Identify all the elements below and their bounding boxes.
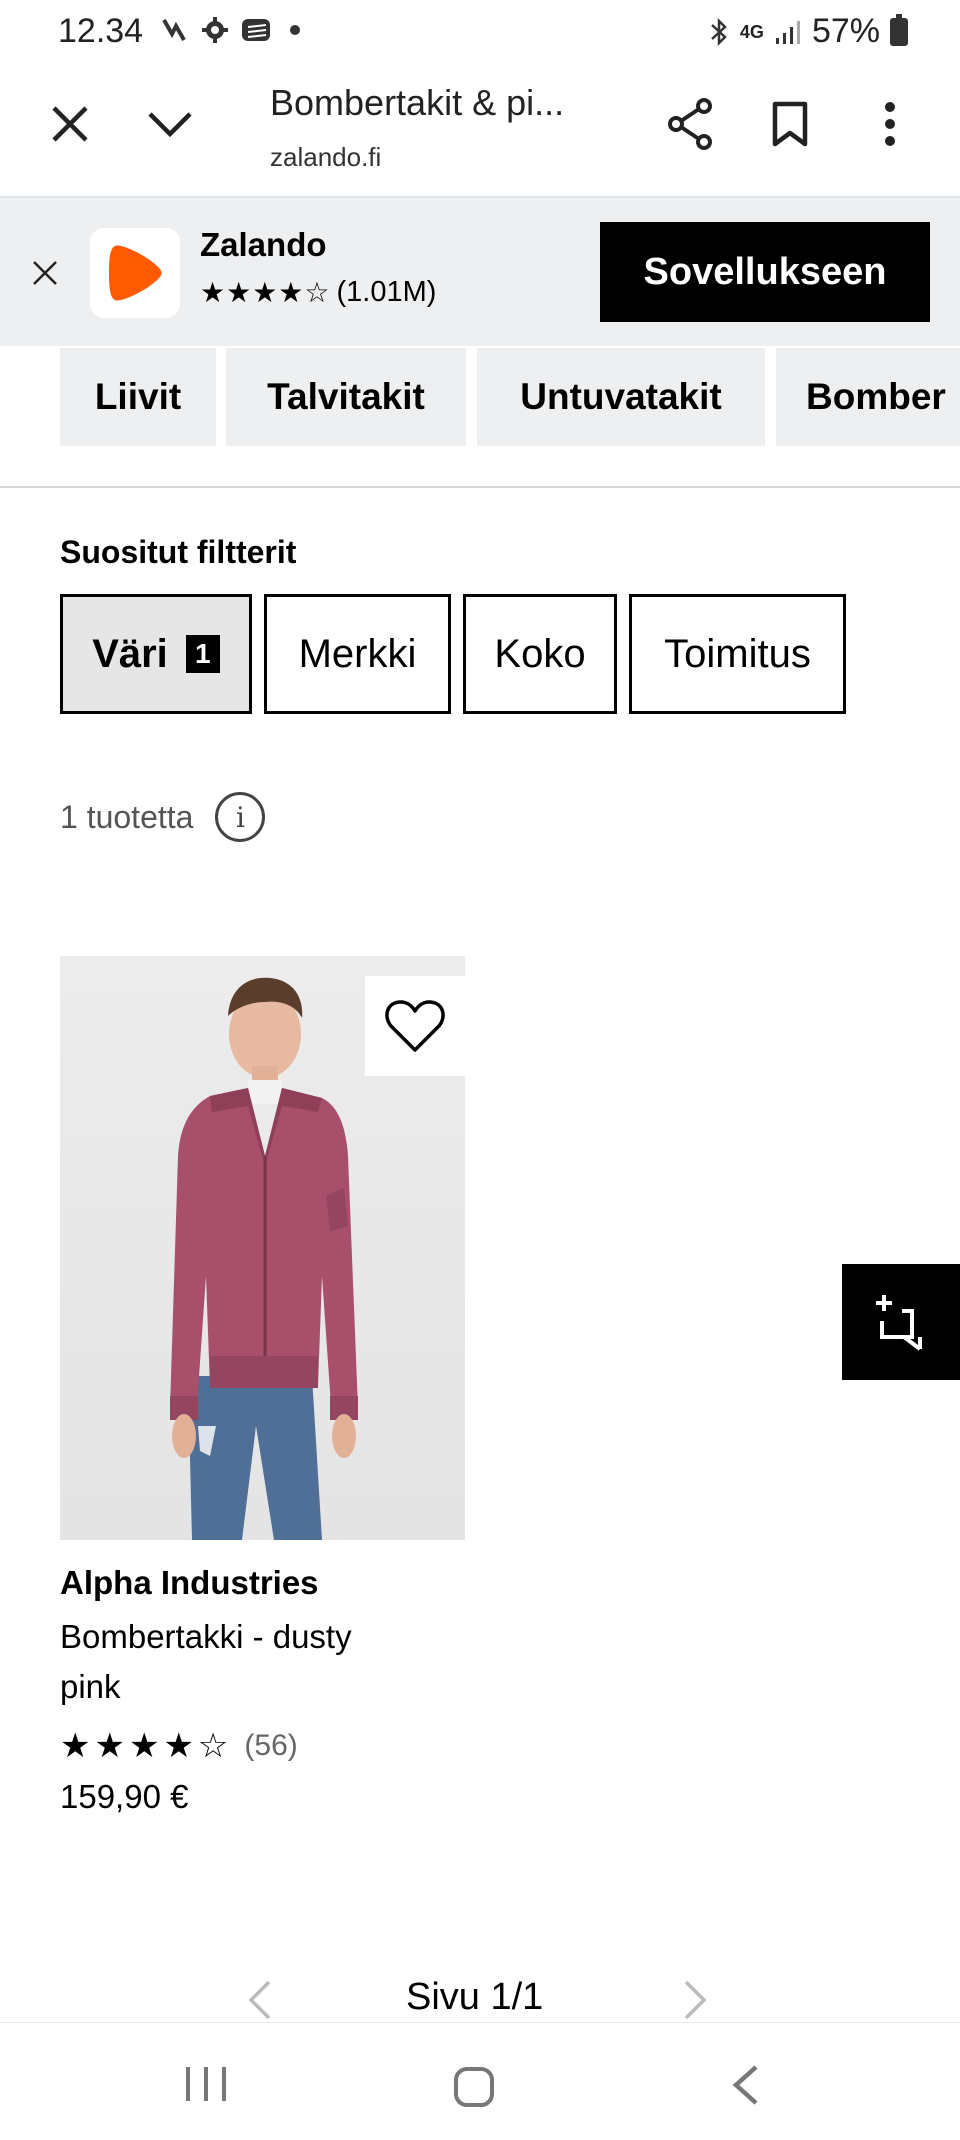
app-rating-count: (1.01M)	[336, 276, 437, 308]
image-search-icon	[876, 1295, 922, 1351]
product-card[interactable]: Alpha Industries Bombertakki - dusty pin…	[60, 956, 465, 1816]
product-rating: ★★★★☆ (56)	[60, 1726, 465, 1766]
pagination: Sivu 1/1	[0, 1974, 960, 2024]
browser-toolbar: Bombertakit & pi... zalando.fi	[0, 64, 960, 198]
filter-brand-button[interactable]: Merkki	[264, 594, 451, 714]
app-rating: ★★★★☆ (1.01M)	[200, 276, 436, 309]
back-icon	[732, 2065, 758, 2105]
filter-size-button[interactable]: Koko	[463, 594, 617, 714]
network-type: 4G	[739, 21, 764, 42]
category-chip-liivit[interactable]: Liivit	[60, 348, 216, 446]
page-url: zalando.fi	[270, 142, 382, 172]
status-right-group: 4G 57%	[708, 12, 908, 51]
category-chip-talvitakit[interactable]: Talvitakit	[226, 348, 466, 446]
filter-delivery-label: Toimitus	[664, 631, 811, 676]
info-icon[interactable]: i	[215, 792, 266, 842]
category-chip-bomber[interactable]: Bomber	[776, 348, 960, 446]
product-review-count: (56)	[244, 1729, 298, 1762]
home-icon	[454, 2067, 494, 2107]
previous-page-button[interactable]	[245, 1978, 275, 2027]
filter-color-button[interactable]: Väri 1	[60, 594, 252, 714]
page-indicator: Sivu 1/1	[406, 1976, 544, 2018]
zalando-logo-icon	[109, 245, 162, 301]
visual-search-button[interactable]	[842, 1264, 960, 1380]
filter-count-badge: 1	[185, 635, 220, 673]
product-name: Bombertakki - dusty pink	[60, 1618, 352, 1705]
recents-button[interactable]	[180, 2063, 232, 2110]
filter-size-label: Koko	[494, 631, 586, 676]
bookmark-icon	[772, 101, 808, 147]
share-icon	[668, 98, 712, 150]
filter-color-label: Väri	[92, 631, 168, 676]
more-options-button[interactable]	[854, 88, 926, 160]
battery-icon	[890, 13, 908, 46]
app-rating-stars: ★★★★☆	[200, 277, 331, 308]
app-name: Zalando	[200, 226, 327, 263]
page-title: Bombertakit & pi...	[270, 82, 565, 123]
more-notifications-dot-icon	[290, 25, 300, 35]
system-nav-bar	[0, 2022, 960, 2140]
chevron-down-icon	[148, 112, 192, 138]
status-notification-icons	[158, 14, 300, 46]
results-count: 1 tuotetta	[60, 798, 194, 835]
recents-icon	[186, 2067, 226, 2101]
chevron-left-icon	[248, 1980, 271, 2020]
section-divider	[0, 486, 960, 488]
heart-icon	[385, 1000, 445, 1052]
more-vert-icon	[885, 102, 895, 146]
filter-brand-label: Merkki	[298, 631, 417, 676]
banner-close-button[interactable]	[22, 250, 68, 296]
home-button[interactable]	[452, 2065, 496, 2114]
chevron-right-icon	[684, 1980, 707, 2020]
minimize-button[interactable]	[134, 88, 206, 160]
bookmark-button[interactable]	[754, 88, 826, 160]
zalando-app-icon	[90, 228, 180, 318]
category-chips: Liivit Talvitakit Untuvatakit Bomber	[0, 348, 960, 448]
bluetooth-icon	[711, 17, 727, 46]
close-tab-button[interactable]	[34, 88, 106, 160]
open-in-app-button[interactable]: Sovellukseen	[600, 222, 930, 322]
category-chip-untuvatakit[interactable]: Untuvatakit	[477, 348, 765, 446]
product-rating-stars: ★★★★☆	[60, 1727, 233, 1765]
product-price: 159,90 €	[60, 1778, 189, 1815]
back-button[interactable]	[728, 2063, 762, 2112]
app-install-banner: Zalando ★★★★☆ (1.01M) Sovellukseen	[0, 198, 960, 346]
status-bar: 12.34 4G 57%	[0, 0, 960, 64]
battery-percent: 57%	[811, 12, 880, 50]
filter-delivery-button[interactable]: Toimitus	[629, 594, 846, 714]
product-image[interactable]	[60, 956, 465, 1540]
close-icon	[33, 261, 57, 285]
stack-app-icon	[242, 19, 270, 41]
close-icon	[52, 106, 88, 142]
filter-buttons: Väri 1 Merkki Koko Toimitus	[60, 594, 846, 714]
results-summary: 1 tuotetta i	[60, 792, 266, 842]
next-page-button[interactable]	[680, 1978, 710, 2027]
product-brand: Alpha Industries	[60, 1564, 319, 1601]
status-time: 12.34	[58, 12, 144, 50]
missed-call-icon	[162, 19, 186, 41]
share-button[interactable]	[654, 88, 726, 160]
filters-heading: Suositut filtterit	[60, 534, 297, 570]
wishlist-button[interactable]	[365, 976, 465, 1076]
settings-gear-icon	[202, 17, 228, 43]
signal-icon	[775, 20, 800, 44]
